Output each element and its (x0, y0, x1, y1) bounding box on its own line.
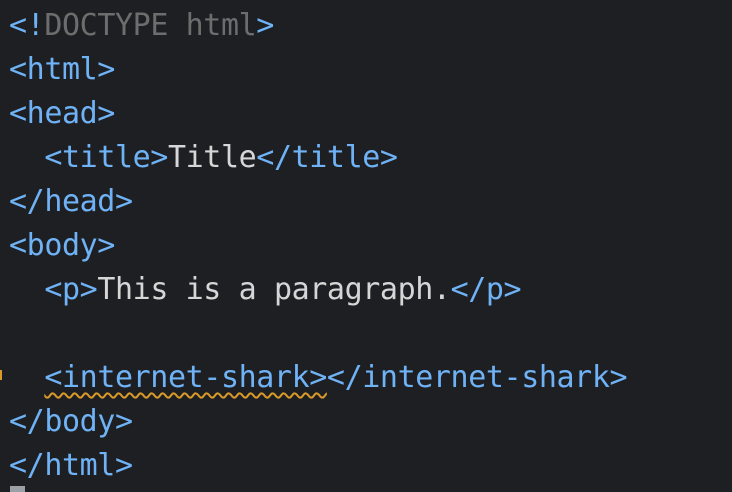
title-text: Title (167, 140, 257, 175)
internet-shark-close-tag: </internet-shark> (326, 360, 628, 395)
code-line-1[interactable]: <!DOCTYPE html> (9, 4, 274, 48)
internet-shark-open-tag: <internet-shark> (44, 360, 327, 395)
title-close-tag: </title> (256, 140, 398, 175)
code-editor[interactable]: <!DOCTYPE html> <html> <head> <title>Tit… (0, 0, 732, 492)
code-line-4[interactable]: <title>Title</title> (9, 136, 398, 180)
paragraph-text: This is a paragraph. (97, 272, 451, 307)
p-open-tag: <p> (44, 272, 98, 307)
code-line-7[interactable]: <p>This is a paragraph.</p> (9, 268, 521, 312)
code-line-10[interactable]: </body> (9, 400, 133, 444)
doctype-bang: ! (26, 8, 45, 43)
code-line-5[interactable]: </head> (9, 180, 133, 224)
p-close-tag: </p> (450, 272, 522, 307)
warning-marker-icon (0, 370, 2, 380)
head-open-tag: <head> (9, 96, 115, 131)
body-open-tag: <body> (9, 228, 115, 263)
tag-close-bracket: > (256, 8, 274, 43)
html-close-tag: </html> (9, 448, 133, 483)
code-line-3[interactable]: <head> (9, 92, 115, 136)
tag-open-bracket: < (9, 8, 27, 43)
html-open-tag: <html> (9, 52, 115, 87)
code-line-11[interactable]: </html> (9, 444, 133, 488)
code-line-9[interactable]: <internet-shark></internet-shark> (9, 356, 627, 400)
code-line-6[interactable]: <body> (9, 224, 115, 268)
code-line-2[interactable]: <html> (9, 48, 115, 92)
body-close-tag: </body> (9, 404, 133, 439)
head-close-tag: </head> (9, 184, 133, 219)
title-open-tag: <title> (44, 140, 168, 175)
doctype-declaration: DOCTYPE html (44, 8, 257, 43)
text-cursor (10, 486, 25, 492)
